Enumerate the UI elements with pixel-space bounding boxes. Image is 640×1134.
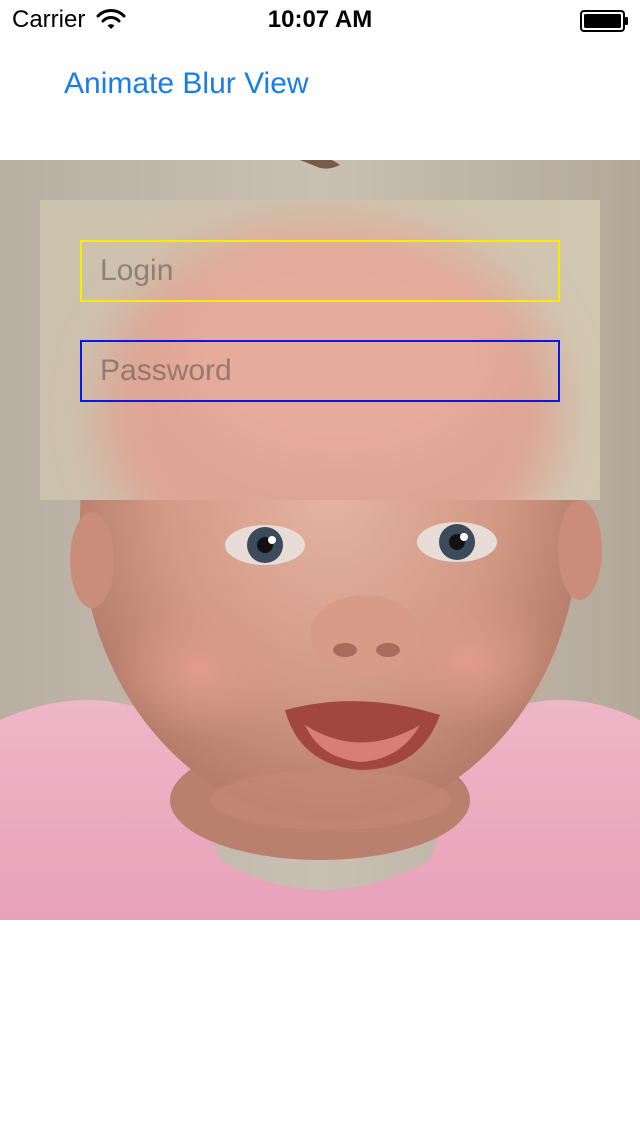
app-screen: Carrier 10:07 AM Animate Blur View Login…	[0, 0, 640, 1134]
password-field[interactable]: Password	[80, 340, 560, 402]
battery-icon	[580, 10, 630, 32]
login-placeholder: Login	[100, 254, 174, 287]
status-bar: Carrier 10:07 AM	[0, 0, 640, 40]
login-field[interactable]: Login	[80, 240, 560, 302]
animate-blur-view-button[interactable]: Animate Blur View	[64, 64, 309, 104]
password-placeholder: Password	[100, 354, 232, 387]
blur-panel: Login Password	[40, 200, 600, 500]
status-time: 10:07 AM	[267, 6, 373, 33]
